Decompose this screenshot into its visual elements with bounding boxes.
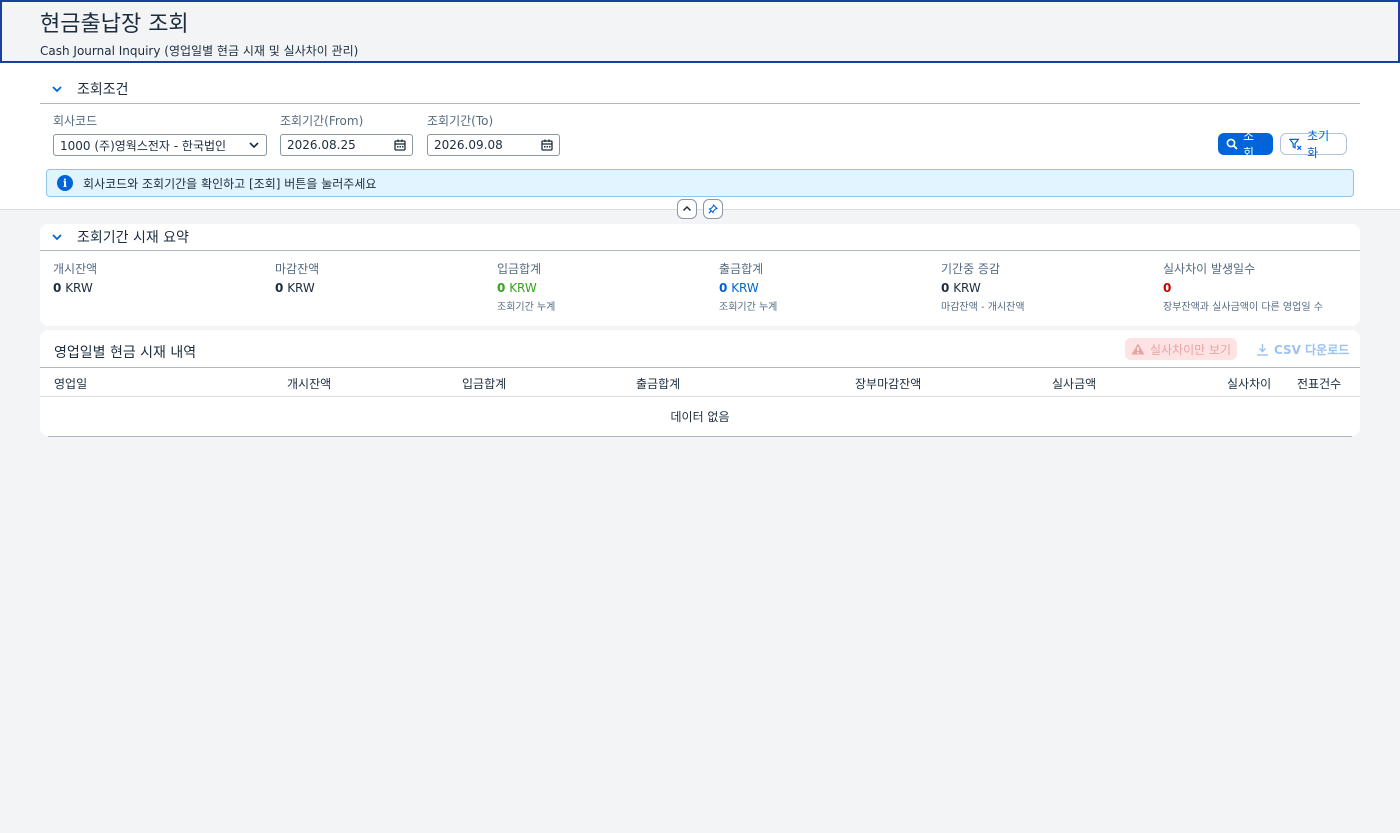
- kpi-withdrawal-total: 출금합계 0 KRW 조회기간 누계: [719, 260, 777, 313]
- reset-button[interactable]: 초기화: [1280, 129, 1347, 160]
- date-from-field[interactable]: 2026.08.25: [280, 134, 413, 156]
- calendar-icon[interactable]: [388, 139, 412, 151]
- summary-section-title: 조회기간 시재 요약: [77, 230, 189, 246]
- page-subtitle: Cash Journal Inquiry (영업일별 현금 시재 및 실사차이 …: [40, 44, 359, 58]
- page-header: 현금출납장 조회 Cash Journal Inquiry (영업일별 현금 시…: [0, 0, 1400, 63]
- page-title: 현금출납장 조회: [40, 12, 189, 37]
- kpi-value: 0 KRW: [53, 281, 93, 295]
- kpi-deposit-total: 입금합계 0 KRW 조회기간 누계: [497, 260, 555, 313]
- collapse-header-button[interactable]: [677, 199, 697, 219]
- kpi-subtext: 조회기간 누계: [719, 302, 778, 313]
- chevron-up-icon: [682, 205, 692, 212]
- download-icon: [1257, 343, 1268, 356]
- warning-icon: [1131, 343, 1145, 355]
- kpi-value: 0 KRW: [497, 281, 537, 295]
- kpi-opening-balance: 개시잔액 0 KRW: [53, 260, 97, 295]
- column-header[interactable]: 전표건수: [1297, 375, 1341, 392]
- diff-only-button-label: 실사차이만 보기: [1150, 342, 1232, 357]
- kpi-value: 0 KRW: [719, 281, 759, 295]
- chevron-down-icon[interactable]: [40, 231, 74, 243]
- info-message-text: 회사코드와 조회기간을 확인하고 [조회] 버튼을 눌러주세요: [83, 176, 377, 191]
- kpi-label: 입금합계: [497, 262, 542, 276]
- diff-only-button[interactable]: 실사차이만 보기: [1125, 338, 1238, 360]
- column-header[interactable]: 실사금액: [1052, 375, 1096, 392]
- filter-section-header[interactable]: 조회조건: [40, 74, 1360, 104]
- chevron-down-icon: [242, 139, 266, 151]
- csv-download-button-label: CSV 다운로드: [1274, 342, 1350, 357]
- summary-panel: 조회기간 시재 요약 개시잔액 0 KRW 마감잔액 0 KRW 입금합계 0 …: [40, 224, 1360, 326]
- info-icon: i: [57, 175, 73, 191]
- kpi-subtext: 장부잔액과 실사금액이 다른 영업일 수: [1163, 302, 1323, 313]
- kpi-discrepancy-days: 실사차이 발생일수 0 장부잔액과 실사금액이 다른 영업일 수: [1163, 260, 1323, 313]
- chevron-down-icon[interactable]: [40, 83, 74, 95]
- kpi-value: 0 KRW: [275, 281, 315, 295]
- date-from-value: 2026.08.25: [287, 138, 356, 152]
- search-button[interactable]: 조회: [1218, 129, 1273, 160]
- company-code-select[interactable]: 1000 (주)영웍스전자 - 한국법인: [53, 134, 267, 156]
- date-to-label: 조회기간(To): [427, 114, 494, 128]
- kpi-subtext: 마감잔액 - 개시잔액: [941, 302, 1025, 313]
- kpi-label: 출금합계: [719, 262, 764, 276]
- column-header[interactable]: 장부마감잔액: [855, 375, 921, 392]
- table-header-row: 영업일 개시잔액 입금합계 출금합계 장부마감잔액 실사금액 실사차이 전표건수: [40, 367, 1360, 397]
- column-header[interactable]: 개시잔액: [287, 375, 331, 392]
- kpi-label: 개시잔액: [53, 262, 98, 276]
- table-empty-row: 데이터 없음: [48, 397, 1352, 437]
- company-code-value: 1000 (주)영웍스전자 - 한국법인: [60, 138, 227, 153]
- kpi-period-change: 기간중 증감 0 KRW 마감잔액 - 개시잔액: [941, 260, 1025, 313]
- kpi-value: 0: [1163, 281, 1172, 295]
- cash-table-panel: 영업일별 현금 시재 내역 실사차이만 보기 CSV 다운로드 영업일 개시잔액…: [40, 330, 1360, 437]
- info-message-strip: i 회사코드와 조회기간을 확인하고 [조회] 버튼을 눌러주세요: [46, 169, 1354, 197]
- column-header[interactable]: 입금합계: [462, 375, 506, 392]
- date-to-field[interactable]: 2026.09.08: [427, 134, 560, 156]
- summary-section-header[interactable]: 조회기간 시재 요약: [40, 224, 1360, 251]
- pin-icon: [708, 204, 718, 214]
- kpi-label: 마감잔액: [275, 262, 320, 276]
- kpi-closing-balance: 마감잔액 0 KRW: [275, 260, 319, 295]
- date-from-label: 조회기간(From): [280, 114, 364, 128]
- column-header[interactable]: 실사차이: [1227, 375, 1271, 392]
- kpi-label: 기간중 증감: [941, 262, 1001, 276]
- date-to-value: 2026.09.08: [434, 138, 503, 152]
- reset-button-label: 초기화: [1307, 129, 1330, 160]
- column-header[interactable]: 출금합계: [636, 375, 680, 392]
- csv-download-button[interactable]: CSV 다운로드: [1250, 338, 1355, 360]
- pin-header-button[interactable]: [703, 199, 723, 219]
- company-code-label: 회사코드: [53, 114, 98, 128]
- kpi-subtext: 조회기간 누계: [497, 302, 556, 313]
- filter-bar: 조회조건 회사코드 1000 (주)영웍스전자 - 한국법인 조회기간(From…: [0, 63, 1400, 210]
- kpi-value: 0 KRW: [941, 281, 981, 295]
- search-button-label: 조회: [1242, 129, 1255, 160]
- empty-text: 데이터 없음: [670, 410, 730, 424]
- filter-section-title: 조회조건: [77, 81, 129, 98]
- calendar-icon[interactable]: [535, 139, 559, 151]
- filter-clear-icon: [1289, 138, 1302, 150]
- search-icon: [1226, 138, 1238, 150]
- kpi-label: 실사차이 발생일수: [1163, 262, 1256, 276]
- column-header[interactable]: 영업일: [54, 375, 87, 392]
- table-title: 영업일별 현금 시재 내역: [54, 345, 197, 361]
